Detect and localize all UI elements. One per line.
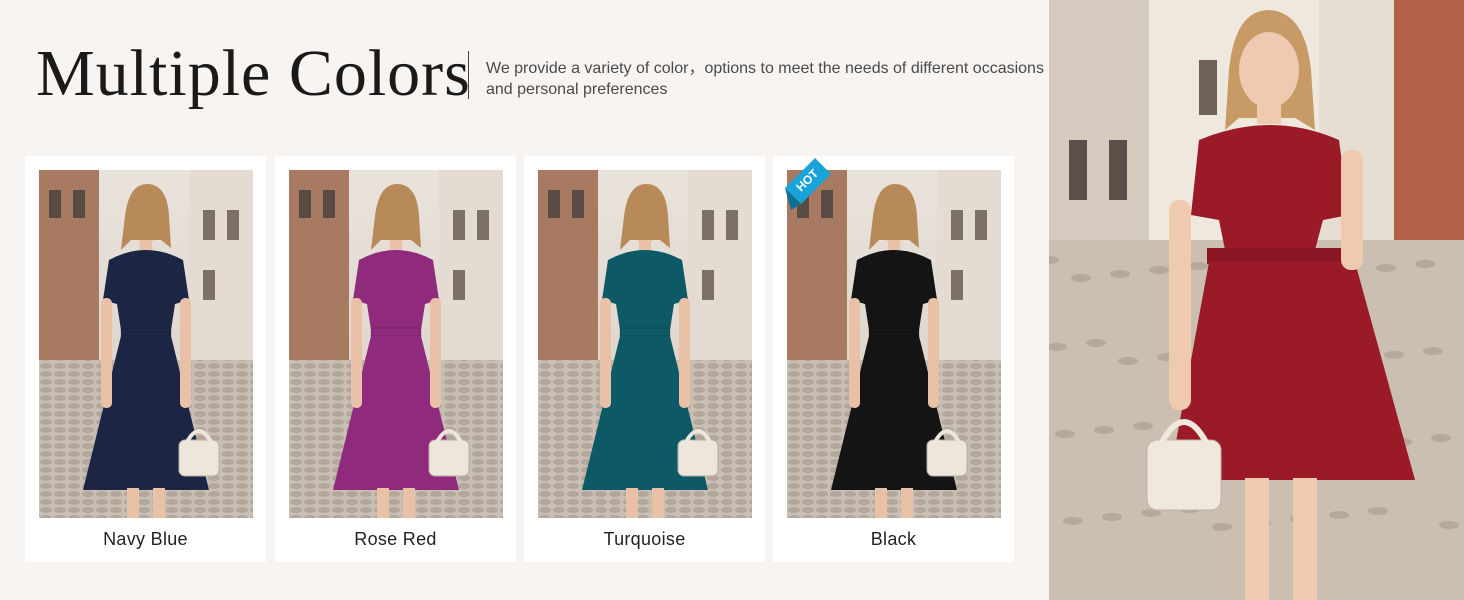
color-card-label: Navy Blue <box>103 529 188 549</box>
color-card-photo <box>787 170 1001 518</box>
color-card-turquoise[interactable]: Turquoise <box>524 156 765 562</box>
color-card-photo <box>289 170 503 518</box>
hot-badge: HOT <box>781 154 833 216</box>
color-card-label: Turquoise <box>603 529 686 549</box>
color-card-rose-red[interactable]: Rose Red <box>275 156 516 562</box>
color-card-photo <box>538 170 752 518</box>
color-card-photo <box>39 170 253 518</box>
hero-model-image <box>1049 0 1464 600</box>
page-title: Multiple Colors <box>36 37 471 110</box>
color-card-label: Black <box>870 529 917 549</box>
color-card-navy-blue[interactable]: Navy Blue <box>25 156 266 562</box>
page-subtitle: We provide a variety of color，options to… <box>486 60 1044 98</box>
title-divider <box>468 51 469 99</box>
color-card-label: Rose Red <box>354 529 437 549</box>
color-card-black[interactable]: Black HOT <box>773 156 1014 562</box>
